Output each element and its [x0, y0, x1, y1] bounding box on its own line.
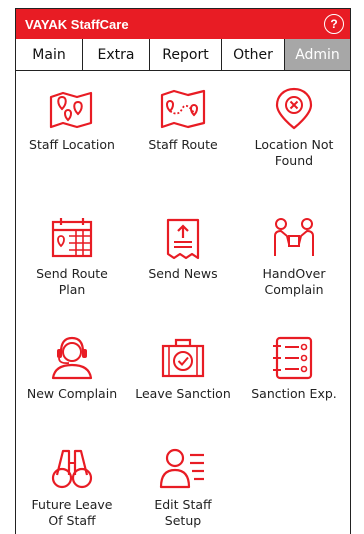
handover-complain-label: HandOver Complain	[262, 266, 326, 297]
tab-extra[interactable]: Extra	[83, 39, 150, 70]
future-leave-tile[interactable]: Future Leave Of Staff	[16, 445, 128, 529]
staff-route-label: Staff Route	[148, 137, 218, 152]
location-not-found-icon	[275, 87, 313, 130]
handover-complain-tile[interactable]: HandOver Complain	[238, 214, 350, 298]
send-news-label: Send News	[148, 266, 218, 281]
title-bar: VAYAK StaffCare ?	[16, 9, 350, 39]
sanction-exp-label: Sanction Exp.	[251, 386, 337, 401]
binoculars-icon	[51, 449, 93, 489]
edit-staff-setup-label: Edit Staff Setup	[154, 497, 212, 528]
map-pins-icon	[49, 91, 93, 129]
route-map-icon	[160, 89, 206, 129]
send-news-tile[interactable]: Send News	[127, 214, 239, 282]
app-title: VAYAK StaffCare	[25, 16, 129, 32]
staff-route-tile[interactable]: Staff Route	[127, 85, 239, 153]
leave-sanction-tile[interactable]: Leave Sanction	[127, 334, 239, 402]
calendar-icon	[51, 218, 93, 258]
location-not-found-label: Location Not Found	[254, 137, 334, 168]
tab-main[interactable]: Main	[16, 39, 83, 70]
send-route-plan-label: Send Route Plan	[36, 266, 108, 297]
location-not-found-tile[interactable]: Location Not Found	[238, 85, 350, 169]
handover-icon	[274, 218, 314, 256]
briefcase-check-icon	[161, 338, 205, 378]
staff-location-label: Staff Location	[29, 137, 115, 152]
new-complain-label: New Complain	[26, 386, 118, 401]
checklist-icon	[273, 336, 313, 380]
help-button[interactable]: ?	[324, 14, 344, 34]
tab-report[interactable]: Report	[150, 39, 222, 70]
user-list-icon	[159, 448, 204, 489]
staff-location-tile[interactable]: Staff Location	[16, 85, 128, 153]
send-route-plan-tile[interactable]: Send Route Plan	[16, 214, 128, 298]
tab-bar: Main Extra Report Other Admin	[16, 39, 350, 71]
news-upload-icon	[166, 218, 200, 260]
new-complain-tile[interactable]: New Complain	[16, 334, 128, 402]
help-icon: ?	[330, 17, 338, 31]
tab-other[interactable]: Other	[222, 39, 285, 70]
sanction-exp-tile[interactable]: Sanction Exp.	[238, 334, 350, 402]
support-agent-icon	[51, 336, 93, 380]
tab-admin[interactable]: Admin	[285, 39, 350, 70]
edit-staff-setup-tile[interactable]: Edit Staff Setup	[127, 445, 239, 529]
app-window: VAYAK StaffCare ? Main Extra Report Othe…	[15, 8, 351, 534]
leave-sanction-label: Leave Sanction	[135, 386, 231, 401]
future-leave-label: Future Leave Of Staff	[31, 497, 113, 528]
